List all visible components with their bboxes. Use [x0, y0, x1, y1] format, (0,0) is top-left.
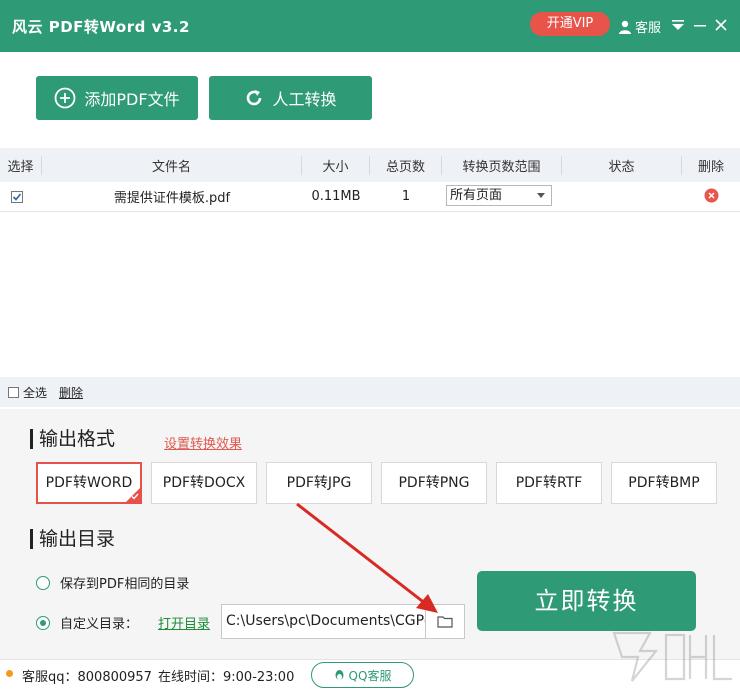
qq-penguin-icon — [335, 669, 344, 680]
qq-service-button[interactable]: QQ客服 — [311, 662, 414, 688]
header-pages: 总页数 — [370, 155, 442, 175]
folder-icon — [437, 616, 453, 628]
red-delete-icon[interactable] — [704, 188, 719, 203]
output-format-title: 输出格式 — [30, 429, 115, 449]
vip-button[interactable]: 开通VIP — [530, 12, 610, 36]
manual-convert-label: 人工转换 — [272, 90, 337, 109]
user-icon — [619, 20, 631, 34]
custom-dir-radio[interactable] — [36, 616, 50, 630]
title-bar: 风云 PDF转Word v3.2 开通VIP 客服 — [0, 0, 740, 52]
custom-dir-label[interactable]: 自定义目录： — [60, 613, 138, 632]
header-range: 转换页数范围 — [442, 155, 562, 175]
check-icon — [131, 493, 139, 500]
add-pdf-label: 添加PDF文件 — [84, 90, 180, 109]
header-size: 大小 — [302, 155, 370, 175]
close-button[interactable] — [711, 14, 731, 36]
browse-folder-button[interactable] — [425, 604, 465, 639]
output-path-input[interactable]: C:\Users\pc\Documents\CGPd — [221, 604, 426, 639]
format-option-label: PDF转JPG — [286, 475, 352, 491]
same-dir-label[interactable]: 保存到PDF相同的目录 — [60, 573, 189, 592]
minimize-button[interactable] — [690, 14, 710, 36]
table-header: 选择 文件名 大小 总页数 转换页数范围 状态 删除 — [0, 148, 740, 182]
app-title: 风云 PDF转Word v3.2 — [12, 18, 190, 36]
service-label: 客服 — [635, 21, 662, 36]
manual-convert-button[interactable]: 人工转换 — [209, 76, 372, 120]
menu-button[interactable] — [668, 14, 688, 36]
add-pdf-button[interactable]: 添加PDF文件 — [36, 76, 198, 120]
settings-link[interactable]: 设置转换效果 — [164, 433, 242, 452]
refresh-icon — [247, 90, 262, 106]
format-option-label: PDF转BMP — [628, 475, 700, 491]
output-path-value: C:\Users\pc\Documents\CGPd — [226, 613, 426, 629]
select-all-checkbox[interactable] — [8, 386, 19, 398]
format-option-label: PDF转WORD — [45, 475, 133, 491]
output-dir-title: 输出目录 — [30, 529, 115, 549]
delete-selected-link[interactable]: 删除 — [59, 384, 83, 401]
close-icon — [715, 19, 727, 31]
header-select: 选择 — [0, 155, 42, 175]
format-option-jpg[interactable]: PDF转JPG — [266, 462, 372, 504]
format-option-bmp[interactable]: PDF转BMP — [611, 462, 717, 504]
row-checkbox-cell — [0, 189, 42, 204]
row-checkbox[interactable] — [11, 190, 23, 203]
file-table: 选择 文件名 大小 总页数 转换页数范围 状态 删除 需提供证件模板.pdf 0… — [0, 148, 740, 212]
checkmark-icon — [12, 192, 22, 201]
format-option-docx[interactable]: PDF转DOCX — [151, 462, 257, 504]
online-hours-text: 在线时间：9:00-23:00 — [158, 670, 295, 685]
status-dot — [6, 670, 13, 677]
format-option-png[interactable]: PDF转PNG — [381, 462, 487, 504]
table-row[interactable]: 需提供证件模板.pdf 0.11MB 1 — [0, 182, 740, 212]
chevron-down-icon — [537, 193, 545, 198]
plus-circle-icon — [55, 87, 76, 109]
header-status: 状态 — [562, 155, 682, 175]
row-size: 0.11MB — [311, 189, 361, 204]
format-option-label: PDF转DOCX — [162, 475, 246, 491]
page-range-value: 所有页面 — [450, 188, 503, 203]
open-dir-link[interactable]: 打开目录 — [158, 613, 210, 632]
format-option-label: PDF转RTF — [515, 475, 583, 491]
triangle-down-icon — [672, 20, 684, 30]
format-option-rtf[interactable]: PDF转RTF — [496, 462, 602, 504]
select-all-label[interactable]: 全选 — [23, 384, 47, 401]
service-button[interactable]: 客服 — [618, 17, 661, 36]
header-delete: 删除 — [697, 159, 724, 175]
page-range-select[interactable]: 所有页面 — [446, 185, 552, 206]
qq-service-label: QQ客服 — [348, 668, 392, 683]
row-delete-cell — [682, 187, 740, 206]
format-option-word[interactable]: PDF转WORD — [36, 462, 142, 504]
row-filename: 需提供证件模板.pdf — [113, 191, 231, 206]
header-filename: 文件名 — [42, 155, 302, 175]
same-dir-radio[interactable] — [36, 576, 50, 590]
selection-bar: 全选 删除 — [0, 377, 740, 407]
convert-now-button[interactable]: 立即转换 — [477, 571, 696, 631]
minimize-icon — [694, 25, 706, 27]
qq-number-text: 客服qq：800800957 — [22, 670, 152, 685]
watermark-logo — [612, 631, 732, 682]
row-pages: 1 — [401, 189, 411, 204]
format-option-label: PDF转PNG — [398, 475, 470, 491]
